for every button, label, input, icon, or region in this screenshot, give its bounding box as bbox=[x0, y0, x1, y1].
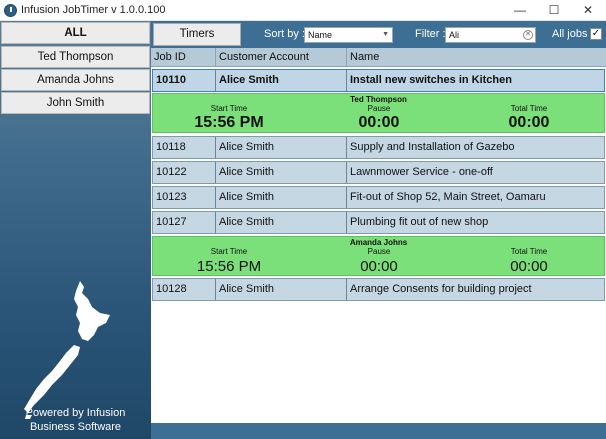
timer-person: Amanda Johns bbox=[349, 238, 408, 247]
sidebar-item-john-smith[interactable]: John Smith bbox=[1, 92, 150, 114]
filter-input[interactable]: Ali ✕ bbox=[445, 27, 536, 43]
app-icon bbox=[4, 4, 17, 17]
name-cell: Arrange Consents for building project bbox=[350, 283, 532, 295]
timer-panel[interactable]: Amanda Johns Start Time Pause Total Time… bbox=[152, 236, 605, 276]
customer-cell: Alice Smith bbox=[216, 70, 347, 91]
total-time-value: 00:00 bbox=[508, 114, 550, 131]
column-header-name[interactable]: Name bbox=[350, 51, 379, 63]
sort-select[interactable]: Name ▼ bbox=[304, 27, 393, 43]
sidebar-item-all[interactable]: ALL bbox=[1, 22, 150, 44]
minimize-button[interactable]: — bbox=[503, 0, 537, 21]
sidebar: ALL Ted Thompson Amanda Johns John Smith… bbox=[0, 21, 151, 439]
grid-header: Job ID Customer Account Name bbox=[151, 48, 606, 67]
job-id-cell: 10123 bbox=[153, 187, 216, 208]
start-time-value: 15:56 PM bbox=[196, 258, 262, 275]
table-row[interactable]: 10123 Alice Smith Fit-out of Shop 52, Ma… bbox=[152, 186, 605, 209]
start-time-label: Start Time bbox=[210, 104, 248, 113]
pause-value: 00:00 bbox=[360, 258, 398, 275]
filter-label: Filter : bbox=[415, 28, 446, 40]
total-time-value: 00:00 bbox=[510, 258, 548, 275]
name-cell: Install new switches in Kitchen bbox=[350, 74, 512, 86]
toolbar: Timers Sort by : Name ▼ Filter : Ali ✕ A… bbox=[151, 21, 606, 48]
customer-cell: Alice Smith bbox=[216, 212, 347, 233]
title-bar: Infusion JobTimer v 1.0.0.100 — ☐ ✕ bbox=[0, 0, 606, 21]
job-id-cell: 10127 bbox=[153, 212, 216, 233]
powered-by-text: Powered by Infusion Business Software bbox=[0, 406, 151, 434]
close-button[interactable]: ✕ bbox=[571, 0, 605, 21]
sidebar-item-amanda-johns[interactable]: Amanda Johns bbox=[1, 69, 150, 91]
total-time-label: Total Time bbox=[510, 104, 548, 113]
customer-cell: Alice Smith bbox=[216, 279, 347, 300]
pause-label: Pause bbox=[367, 104, 391, 113]
start-time-label: Start Time bbox=[210, 247, 248, 256]
pause-value: 00:00 bbox=[358, 114, 400, 131]
total-time-label: Total Time bbox=[510, 247, 548, 256]
new-zealand-map-icon bbox=[24, 281, 110, 419]
sort-label: Sort by : bbox=[264, 28, 305, 40]
name-cell: Plumbing fit out of new shop bbox=[350, 216, 489, 228]
table-row[interactable]: 10128 Alice Smith Arrange Consents for b… bbox=[152, 278, 605, 301]
customer-cell: Alice Smith bbox=[216, 137, 347, 158]
powered-by-line1: Powered by Infusion bbox=[25, 407, 126, 419]
name-cell: Fit-out of Shop 52, Main Street, Oamaru bbox=[350, 191, 546, 203]
maximize-button[interactable]: ☐ bbox=[537, 0, 571, 21]
clear-filter-icon[interactable]: ✕ bbox=[523, 30, 533, 40]
tab-timers[interactable]: Timers bbox=[153, 23, 241, 46]
customer-cell: Alice Smith bbox=[216, 187, 347, 208]
sidebar-item-ted-thompson[interactable]: Ted Thompson bbox=[1, 46, 150, 68]
start-time-value: 15:56 PM bbox=[194, 114, 264, 131]
filter-input-value: Ali bbox=[449, 30, 460, 40]
table-row[interactable]: 10118 Alice Smith Supply and Installatio… bbox=[152, 136, 605, 159]
job-id-cell: 10122 bbox=[153, 162, 216, 183]
job-id-cell: 10118 bbox=[153, 137, 216, 158]
jobs-grid: Job ID Customer Account Name 10110 Alice… bbox=[151, 48, 606, 423]
table-row[interactable]: 10110 Alice Smith Install new switches i… bbox=[152, 69, 605, 92]
job-id-cell: 10128 bbox=[153, 279, 216, 300]
sort-select-value: Name bbox=[308, 30, 333, 40]
name-cell: Lawnmower Service - one-off bbox=[350, 166, 493, 178]
timer-panel[interactable]: Ted Thompson Start Time Pause Total Time… bbox=[152, 93, 605, 133]
column-header-customer[interactable]: Customer Account bbox=[219, 51, 309, 63]
pause-label: Pause bbox=[367, 247, 391, 256]
name-cell: Supply and Installation of Gazebo bbox=[350, 141, 515, 153]
table-row[interactable]: 10122 Alice Smith Lawnmower Service - on… bbox=[152, 161, 605, 184]
bottom-status-strip bbox=[151, 423, 606, 439]
timer-person: Ted Thompson bbox=[350, 95, 407, 104]
powered-by-line2: Business Software bbox=[29, 421, 122, 433]
all-jobs-checkbox[interactable]: ✓ bbox=[590, 28, 602, 40]
job-id-cell: 10110 bbox=[153, 70, 216, 91]
all-jobs-label: All jobs : bbox=[552, 28, 594, 40]
customer-cell: Alice Smith bbox=[216, 162, 347, 183]
dropdown-caret-icon: ▼ bbox=[382, 31, 389, 38]
column-header-job-id[interactable]: Job ID bbox=[154, 51, 186, 63]
table-row[interactable]: 10127 Alice Smith Plumbing fit out of ne… bbox=[152, 211, 605, 234]
checkmark-icon: ✓ bbox=[591, 28, 601, 39]
window-title: Infusion JobTimer v 1.0.0.100 bbox=[21, 4, 166, 16]
